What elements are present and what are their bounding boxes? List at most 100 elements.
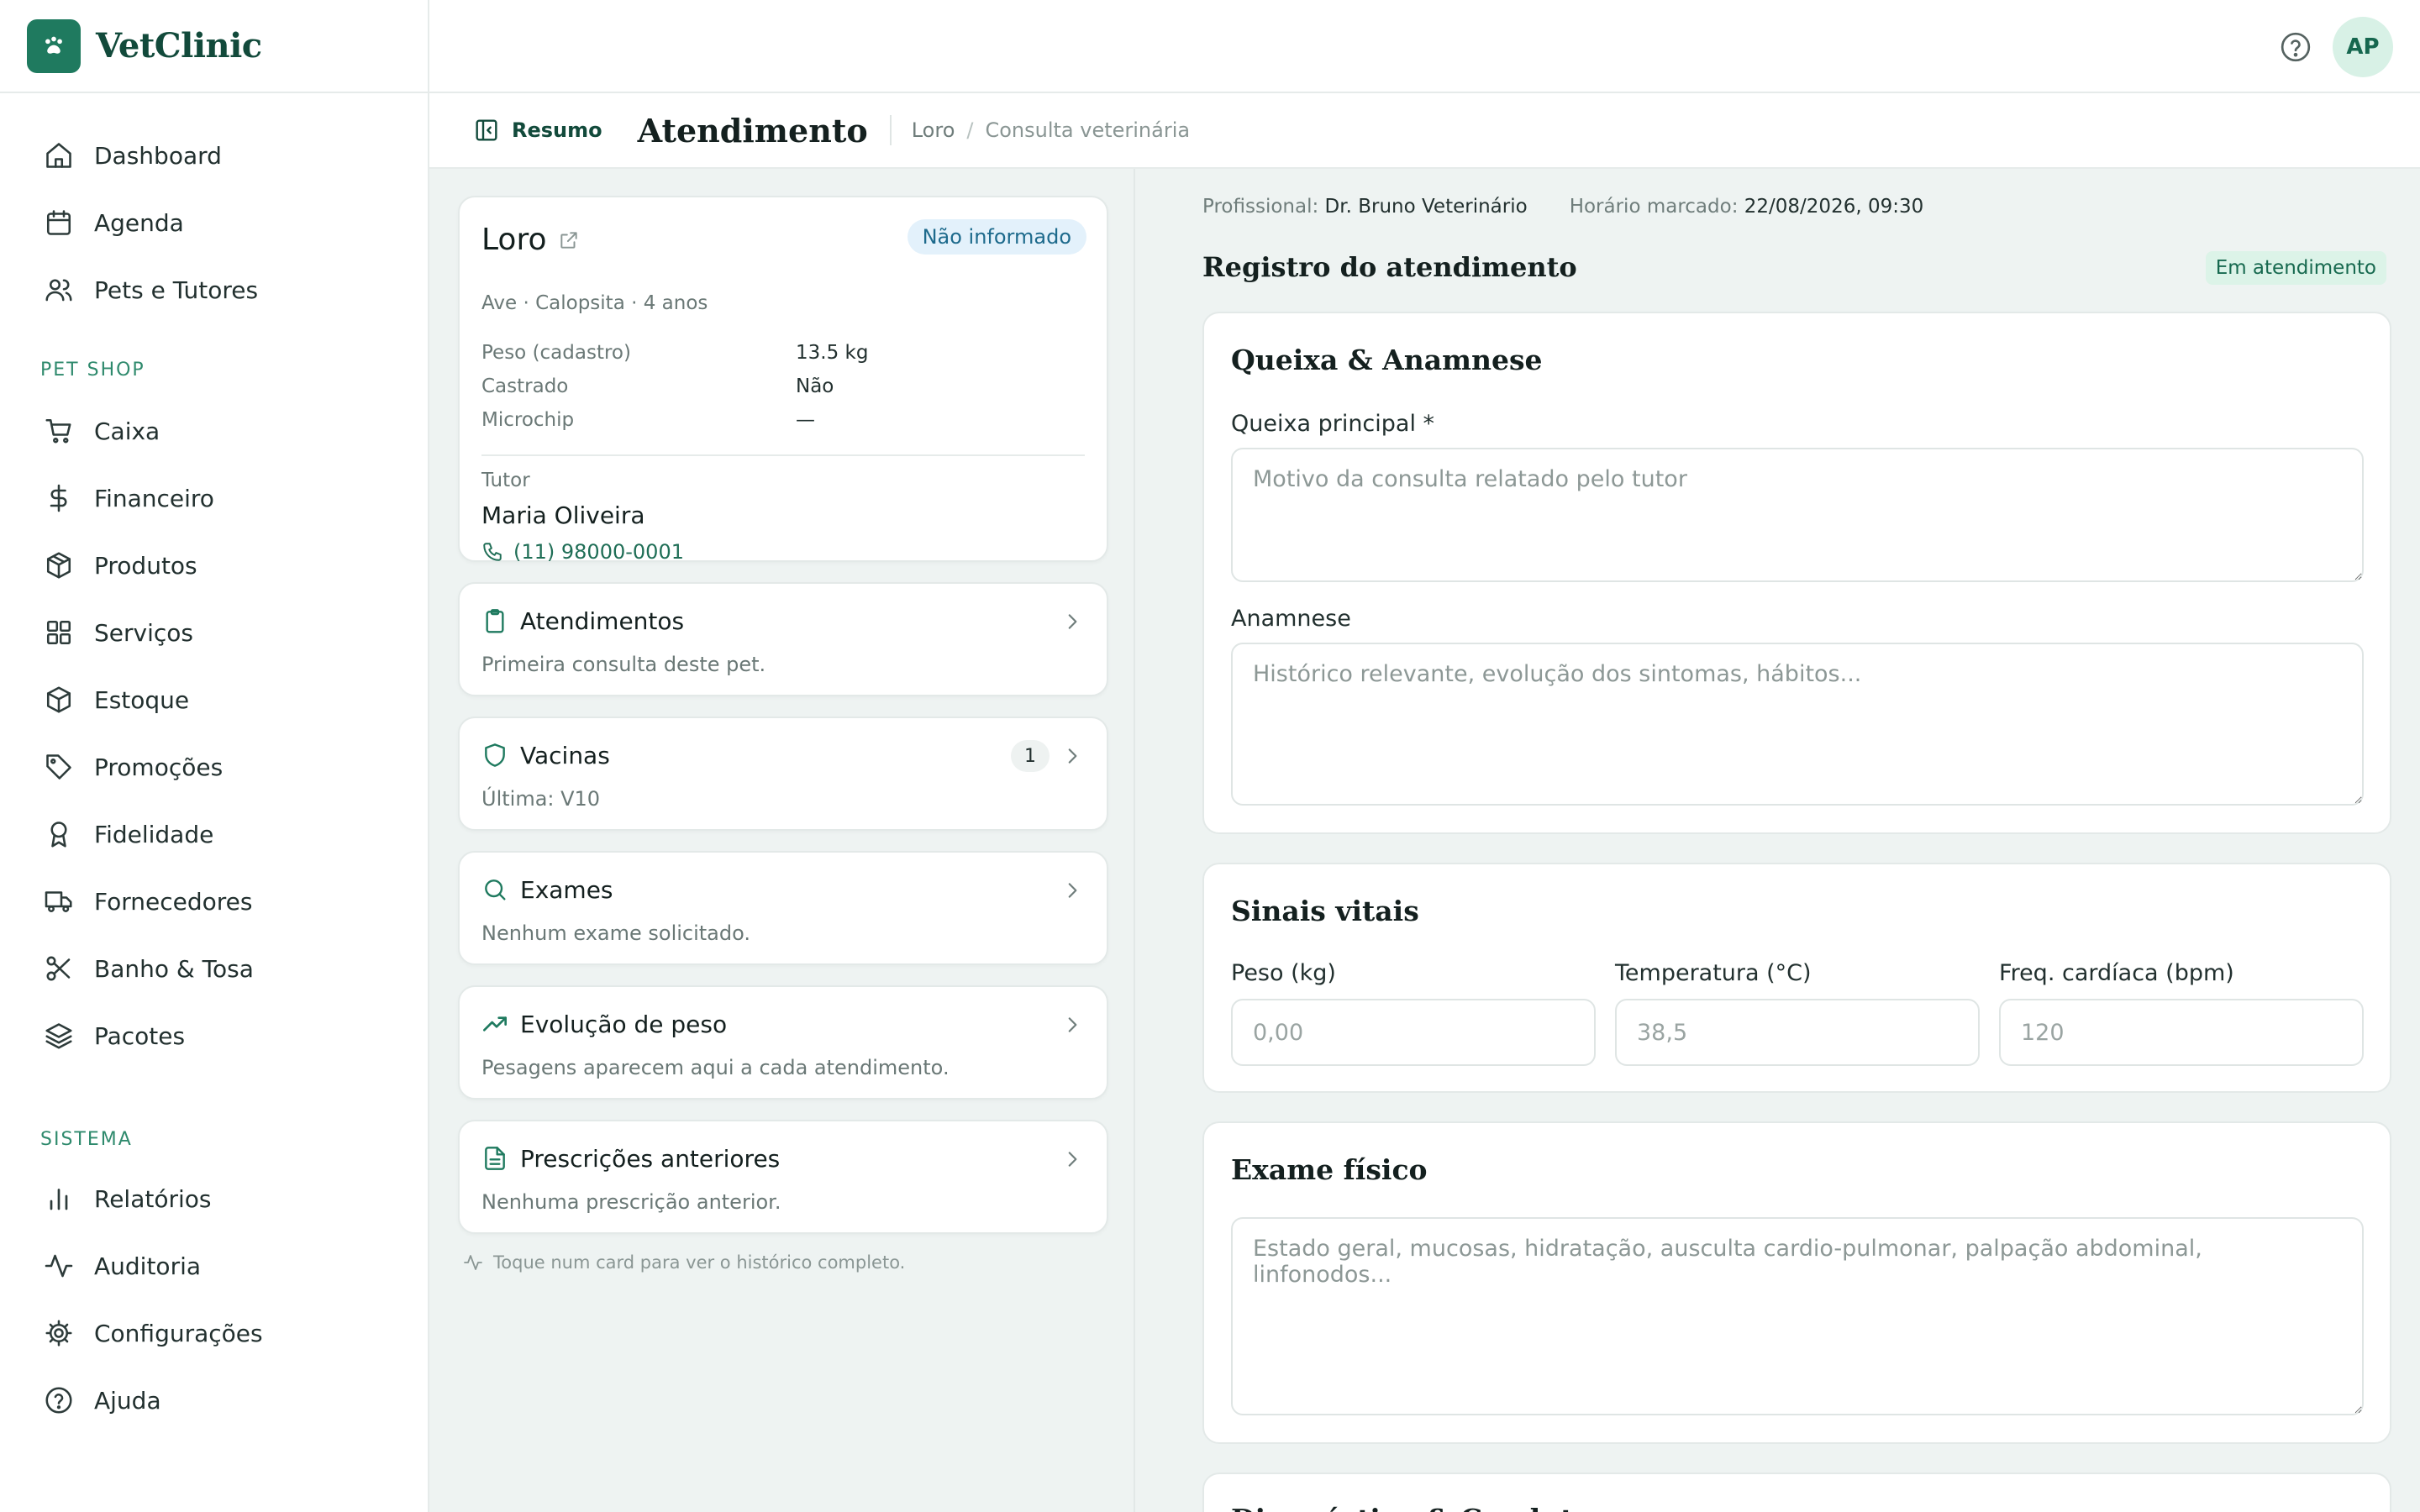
calendar-icon (46, 210, 71, 235)
sidebar-item-label: Caixa (94, 417, 160, 445)
card-title: Vacinas (520, 742, 610, 769)
anamnese-textarea[interactable] (1231, 643, 2364, 806)
section-label-sistema: SISTEMA (40, 1129, 133, 1150)
freq-cardiaca-input[interactable] (1999, 999, 2364, 1066)
tutor-name: Maria Oliveira (481, 501, 645, 529)
sidebar-item-caixa[interactable]: Caixa (0, 397, 428, 465)
sidebar-item-label: Fidelidade (94, 820, 214, 848)
sidebar-item-label: Fornecedores (94, 887, 253, 916)
field-label: Peso (cadastro) (481, 342, 631, 364)
pet-name-link[interactable]: Loro (481, 223, 580, 257)
brand[interactable]: VetClinic (0, 0, 428, 93)
field-label: Microchip (481, 409, 575, 431)
users-icon (45, 279, 72, 302)
avatar[interactable]: AP (2333, 17, 2393, 77)
resumo-toggle-button[interactable]: Resumo (473, 117, 602, 144)
history-card-evolucao-peso[interactable]: Evolução de peso Pesagens aparecem aqui … (458, 985, 1108, 1100)
history-card-exames[interactable]: Exames Nenhum exame solicitado. (458, 851, 1108, 965)
status-badge: Não informado (907, 219, 1086, 255)
package-icon (46, 686, 71, 713)
hint-label: Toque num card para ver o histórico comp… (493, 1252, 906, 1273)
cart-icon (45, 418, 71, 444)
card-subtitle: Pesagens aparecem aqui a cada atendiment… (481, 1056, 950, 1079)
sidebar-item-auditoria[interactable]: Auditoria (0, 1232, 428, 1299)
sidebar-item-fornecedores[interactable]: Fornecedores (0, 868, 428, 935)
count-badge: 1 (1011, 740, 1050, 772)
card-subtitle: Primeira consulta deste pet. (481, 653, 766, 676)
resumo-label: Resumo (512, 118, 602, 142)
home-icon (46, 143, 71, 168)
sidebar-item-ajuda[interactable]: Ajuda (0, 1367, 428, 1434)
sidebar-item-promocoes[interactable]: Promoções (0, 733, 428, 801)
field-value: — (796, 409, 815, 431)
sidebar-panel-icon (476, 119, 497, 141)
card-subtitle: Última: V10 (481, 787, 601, 811)
help-circle-icon (2281, 32, 2311, 62)
grid-icon (46, 620, 71, 645)
section-label-petshop: PET SHOP (40, 360, 145, 381)
card-subtitle: Nenhuma prescrição anterior. (481, 1190, 781, 1214)
breadcrumb-item[interactable]: Loro (912, 118, 955, 142)
sidebar-item-agenda[interactable]: Agenda (0, 189, 428, 256)
file-text-icon (485, 1147, 505, 1170)
breadcrumb: Loro / Consulta veterinária (889, 115, 1190, 145)
sidebar-item-pets-tutores[interactable]: Pets e Tutores (0, 256, 428, 323)
sidebar-item-financeiro[interactable]: Financeiro (0, 465, 428, 532)
sidebar-item-dashboard[interactable]: Dashboard (0, 122, 428, 189)
sidebar-item-estoque[interactable]: Estoque (0, 666, 428, 733)
chevron-right-icon (1068, 614, 1077, 629)
peso-input[interactable] (1231, 999, 1596, 1066)
pet-summary-panel: Loro Não informado Ave · Calopsita · 4 a… (429, 169, 1135, 1512)
sidebar-item-label: Configurações (94, 1319, 263, 1347)
sidebar-item-label: Financeiro (94, 484, 214, 512)
exame-fisico-card: Exame físico (1202, 1121, 2391, 1444)
pet-card: Loro Não informado Ave · Calopsita · 4 a… (458, 196, 1108, 564)
profissional-label: Profissional: (1202, 196, 1319, 218)
sidebar-item-pacotes[interactable]: Pacotes (0, 1002, 428, 1069)
page-title: Atendimento (637, 111, 868, 150)
card-title: Atendimentos (520, 607, 685, 635)
sidebar-item-fidelidade[interactable]: Fidelidade (0, 801, 428, 868)
peso-label: Peso (kg) (1231, 960, 1336, 986)
tutor-phone-link[interactable]: (11) 98000-0001 (481, 540, 684, 564)
help-button[interactable] (2279, 30, 2312, 64)
box-icon (46, 552, 71, 579)
app-name: VetClinic (96, 26, 262, 66)
award-icon (50, 822, 67, 848)
scissors-icon (46, 956, 71, 981)
sidebar-item-servicos[interactable]: Serviços (0, 599, 428, 666)
search-icon (485, 879, 506, 900)
sidebar-item-label: Ajuda (94, 1386, 161, 1415)
card-subtitle: Nenhum exame solicitado. (481, 921, 751, 945)
sidebar-item-banho-tosa[interactable]: Banho & Tosa (0, 935, 428, 1002)
truck-icon (45, 891, 72, 912)
consultation-form-panel: Profissional: Dr. Bruno Veterinário Horá… (1135, 169, 2420, 1512)
sidebar-item-label: Dashboard (94, 141, 222, 170)
card-title: Diagnóstico & Conduta (1231, 1503, 1591, 1512)
horario-label: Horário marcado: (1569, 196, 1739, 218)
history-card-prescricoes[interactable]: Prescrições anteriores Nenhuma prescriçã… (458, 1120, 1108, 1234)
exame-fisico-textarea[interactable] (1231, 1217, 2364, 1415)
appointment-meta: Profissional: Dr. Bruno Veterinário Horá… (1202, 196, 1923, 218)
history-card-atendimentos[interactable]: Atendimentos Primeira consulta deste pet… (458, 582, 1108, 696)
sidebar-item-relatorios[interactable]: Relatórios (0, 1165, 428, 1232)
topbar: AP (429, 0, 2420, 93)
paw-icon (27, 18, 81, 73)
sidebar-item-label: Produtos (94, 551, 197, 580)
queixa-label: Queixa principal * (1231, 411, 1435, 437)
sidebar-item-label: Pacotes (94, 1021, 186, 1050)
freq-cardiaca-label: Freq. cardíaca (bpm) (1999, 960, 2234, 986)
temperatura-input[interactable] (1615, 999, 1980, 1066)
tag-icon (46, 754, 71, 780)
sinais-vitais-card: Sinais vitais Peso (kg) Temperatura (°C)… (1202, 863, 2391, 1093)
sidebar-item-configuracoes[interactable]: Configurações (0, 1299, 428, 1367)
card-title: Queixa & Anamnese (1231, 344, 1543, 376)
help-icon (45, 1387, 72, 1414)
field-label: Castrado (481, 375, 569, 397)
history-card-vacinas[interactable]: Vacinas 1 Última: V10 (458, 717, 1108, 831)
sidebar-item-produtos[interactable]: Produtos (0, 532, 428, 599)
queixa-principal-textarea[interactable] (1231, 448, 2364, 582)
chevron-right-icon (1068, 748, 1077, 764)
sidebar-item-label: Relatórios (94, 1184, 212, 1213)
section-title: Registro do atendimento (1202, 251, 1577, 283)
